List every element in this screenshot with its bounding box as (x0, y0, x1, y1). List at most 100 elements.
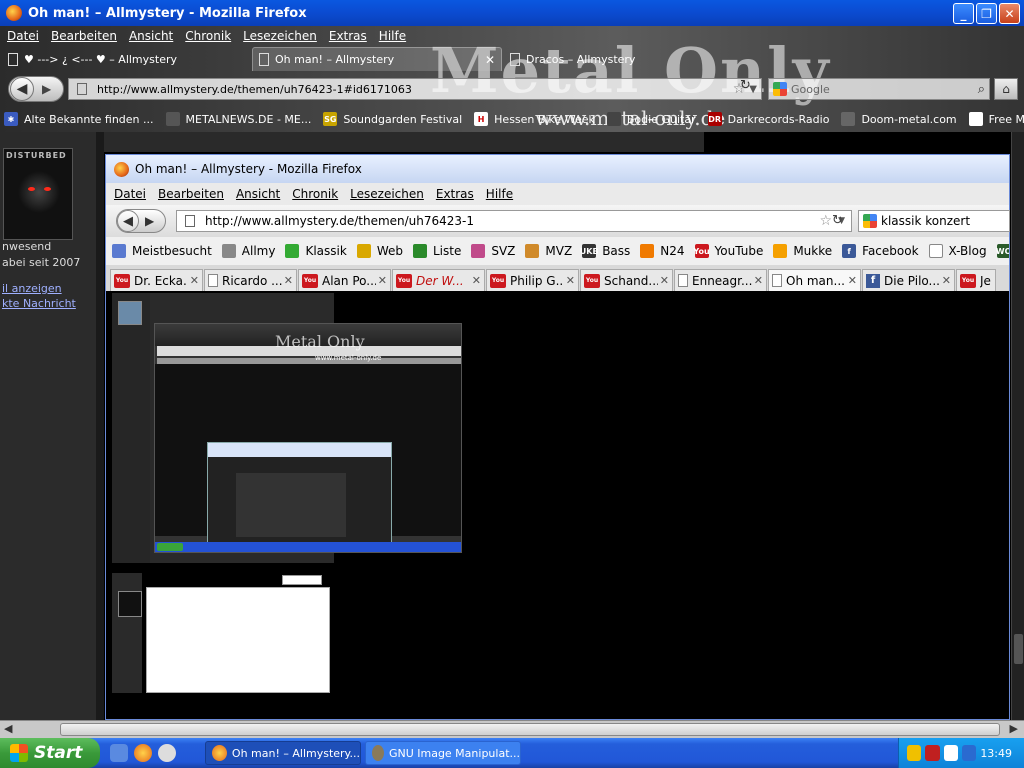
bookmark-item[interactable]: DR Darkrecords-Radio (707, 112, 829, 126)
inner-tab: You Philip G... ✕ (486, 269, 579, 291)
search-icon (112, 244, 126, 258)
google-icon (863, 214, 877, 228)
start-button[interactable]: Start (0, 738, 100, 768)
bookmark-icon (165, 112, 180, 126)
post-sidebar (112, 293, 150, 563)
menu-bearbeiten[interactable]: Bearbeiten (51, 29, 117, 43)
tab-label: Dracos – Allmystery (526, 52, 636, 66)
media-player-icon[interactable] (158, 744, 176, 762)
minimize-button[interactable]: _ (953, 3, 974, 24)
close-icon: ✕ (753, 274, 763, 287)
online-status: nwesend (2, 240, 52, 253)
inner-tab: You Alan Po... ✕ (298, 269, 391, 291)
scroll-left-icon[interactable]: ◀ (4, 722, 12, 735)
windows-taskbar: Start Oh man! – Allmystery... GNU Image … (0, 738, 1024, 768)
divider (96, 132, 104, 720)
page-icon (525, 244, 540, 258)
bookmarks-bar: ✱ Alte Bekannte finden ... METALNEWS.DE -… (0, 107, 1024, 131)
youtube-icon: You (490, 273, 506, 288)
message-link[interactable]: kte Nachricht (2, 297, 76, 310)
page-content: DISTURBED nwesend abei seit 2007 il anze… (0, 132, 1024, 720)
profile-sidebar: DISTURBED nwesend abei seit 2007 il anze… (0, 132, 96, 720)
bookmark-icon (606, 112, 621, 126)
bookmark-item[interactable]: ✱ Alte Bekannte finden ... (4, 112, 154, 126)
menu-lesezeichen[interactable]: Lesezeichen (243, 29, 317, 43)
scrollbar-thumb[interactable] (60, 723, 1000, 736)
clock: 13:49 (980, 746, 1013, 760)
inner-tab: Enneagr... ✕ (674, 269, 767, 291)
home-button[interactable]: ⌂ (994, 78, 1018, 100)
profile-link[interactable]: il anzeigen (2, 282, 62, 295)
close-icon: ✕ (941, 274, 951, 287)
horizontal-scrollbar[interactable]: ◀ ▶ (0, 720, 1024, 738)
menu-chronik[interactable]: Chronik (185, 29, 231, 43)
inner-tab: You Der W... ✕ (392, 269, 485, 291)
close-icon: ✕ (377, 274, 387, 287)
back-forward-group: ◀ ▶ (8, 76, 64, 102)
google-icon (773, 82, 787, 96)
avatar (118, 591, 142, 617)
bookmark-icon (968, 112, 983, 126)
forward-icon: ▶ (145, 214, 155, 228)
close-button[interactable]: ✕ (999, 3, 1020, 24)
embedded-screenshot: Oh man! – Allmystery - Mozilla Firefox D… (105, 154, 1010, 720)
page-icon: UKB (580, 244, 599, 258)
windows-flag-icon (10, 744, 28, 762)
tab-2-active[interactable]: Oh man! – Allmystery ✕ (252, 47, 502, 71)
reply-textbox (146, 587, 330, 693)
volume-icon[interactable] (961, 745, 977, 761)
reload-icon[interactable]: ↻ (740, 78, 751, 93)
bookmark-item[interactable]: Doom-metal.com (841, 112, 957, 126)
inner-bookmarks-bar: Meistbesucht Allmy Klassik Web Liste SVZ… (106, 237, 1009, 265)
inner-tab: Ricardo ... ✕ (204, 269, 297, 291)
avatar (118, 301, 142, 325)
tab-3[interactable]: Dracos – Allmystery (504, 47, 754, 71)
back-button[interactable]: ◀ (10, 77, 34, 101)
search-icon[interactable]: ⌕ (978, 82, 985, 97)
desktop-icon[interactable] (110, 744, 128, 762)
menu-hilfe[interactable]: Hilfe (379, 29, 406, 43)
bookmark-item[interactable]: METALNEWS.DE - ME... (165, 112, 311, 126)
url-bar[interactable]: http://www.allmystery.de/themen/uh76423-… (68, 78, 762, 100)
window-titlebar[interactable]: Oh man! – Allmystery - Mozilla Firefox _… (0, 0, 1024, 26)
nested-logo: Metal Only (275, 332, 365, 351)
menu-bar: Datei Bearbeiten Ansicht Chronik Lesezei… (0, 26, 406, 46)
facebook-icon: f (866, 273, 880, 288)
avatar[interactable]: DISTURBED (3, 148, 73, 240)
network-icon[interactable] (925, 745, 940, 761)
page-icon (773, 244, 788, 258)
menu-datei[interactable]: Datei (7, 29, 39, 43)
inner-titlebar: Oh man! – Allmystery - Mozilla Firefox (106, 155, 1009, 183)
vertical-scrollbar[interactable] (1011, 132, 1024, 720)
bookmark-icon: H (474, 112, 489, 126)
shield-icon[interactable] (907, 745, 922, 761)
bookmark-item[interactable]: H Hessen Bike Week (474, 112, 595, 126)
menu-ansicht[interactable]: Ansicht (129, 29, 173, 43)
page-icon (928, 244, 943, 258)
page-icon (678, 274, 688, 287)
browser-chrome: Metal Only www.metal-only.de Datei Bearb… (0, 26, 1024, 132)
search-box[interactable]: Google ⌕ (768, 78, 990, 100)
scroll-right-icon[interactable]: ▶ (1010, 722, 1018, 735)
taskbar-item-firefox[interactable]: Oh man! – Allmystery... (205, 741, 361, 765)
gimp-icon (372, 745, 384, 761)
firefox-icon[interactable] (134, 744, 152, 762)
maximize-button[interactable]: ❐ (976, 3, 997, 24)
firefox-icon (114, 161, 129, 177)
close-tab-icon[interactable]: ✕ (477, 53, 495, 67)
inner-nav-bar: ◀ ▶ http://www.allmystery.de/themen/uh76… (106, 205, 1010, 237)
scrollbar-thumb[interactable] (1014, 634, 1023, 664)
bookmark-item[interactable]: Free Metal Albums (968, 112, 1024, 126)
antivirus-icon[interactable] (943, 745, 958, 761)
bookmark-item[interactable]: Bodie Guitar (606, 112, 696, 126)
page-icon (640, 244, 655, 258)
url-text: http://www.allmystery.de/themen/uh76423-… (97, 82, 412, 96)
menu-extras[interactable]: Extras (329, 29, 367, 43)
page-icon: WO (996, 244, 1009, 258)
search-placeholder: Google (791, 82, 830, 96)
firefox-icon (6, 5, 22, 21)
forward-button[interactable]: ▶ (42, 82, 51, 96)
tab-1[interactable]: ♥ ---> ¿ <--- ♥ – Allmystery (2, 47, 252, 71)
bookmark-item[interactable]: SG Soundgarden Festival (323, 112, 462, 126)
taskbar-item-gimp[interactable]: GNU Image Manipulat... (365, 741, 521, 765)
